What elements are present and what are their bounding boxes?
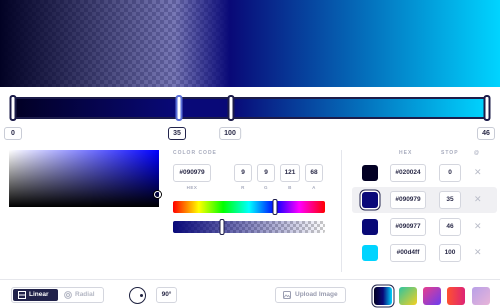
list-header-symbol: @	[474, 150, 480, 156]
blue-caption: B	[288, 185, 292, 190]
list-header-stop: STOP	[441, 150, 459, 156]
stop-hex-input[interactable]: #090977	[390, 218, 426, 236]
stop-position-input[interactable]: 0	[439, 164, 461, 182]
stop-swatch[interactable]	[362, 245, 378, 261]
green-caption: G	[263, 185, 268, 190]
stop-handle-100[interactable]	[483, 95, 491, 121]
stop-label-46[interactable]: 46	[477, 127, 495, 140]
linear-label: Linear	[29, 291, 49, 298]
hex-input[interactable]: #090979	[173, 164, 211, 182]
green-input[interactable]: 9	[257, 164, 275, 182]
hex-caption: HEX	[186, 185, 198, 190]
gradient-type-toggle: Linear Radial	[11, 287, 104, 303]
delete-stop-icon[interactable]: ✕	[474, 193, 482, 205]
stop-handle-46[interactable]	[227, 95, 235, 121]
stop-hex-input[interactable]: #020024	[390, 164, 426, 182]
list-header-hex: HEX	[399, 150, 413, 156]
gradient-slider[interactable]	[9, 95, 491, 121]
alpha-slider[interactable]	[173, 219, 325, 235]
stop-hex-input[interactable]: #00d4ff	[390, 244, 426, 262]
red-input[interactable]: 9	[234, 164, 252, 182]
delete-stop-icon[interactable]: ✕	[474, 166, 482, 178]
alpha-caption: A	[312, 185, 316, 190]
angle-dot-icon	[140, 294, 143, 297]
stop-row-selected[interactable]: #090979 35 ✕	[352, 187, 497, 213]
color-code-title: COLOR CODE	[173, 150, 217, 156]
stop-row[interactable]: #00d4ff 100 ✕	[352, 240, 497, 266]
upload-image-button[interactable]: Upload Image	[275, 287, 346, 303]
bottom-divider	[0, 279, 500, 280]
blue-input[interactable]: 121	[280, 164, 300, 182]
linear-icon	[18, 291, 26, 299]
hue-handle[interactable]	[272, 199, 278, 215]
hue-slider[interactable]	[173, 199, 325, 215]
linear-button[interactable]: Linear	[13, 289, 58, 301]
red-caption: R	[241, 185, 245, 190]
stop-handle-35[interactable]	[175, 95, 183, 121]
radial-label: Radial	[75, 291, 95, 298]
preset-orange-red[interactable]	[447, 287, 465, 305]
stop-row[interactable]: #090977 46 ✕	[352, 214, 497, 240]
saturation-picker[interactable]	[9, 150, 161, 207]
radial-icon	[64, 291, 72, 299]
stop-row[interactable]: #020024 0 ✕	[352, 160, 497, 186]
image-icon	[283, 291, 291, 299]
stop-position-input[interactable]: 46	[439, 218, 461, 236]
gradient-preview	[0, 0, 500, 87]
stop-label-35[interactable]: 35	[168, 127, 186, 140]
delete-stop-icon[interactable]: ✕	[474, 220, 482, 232]
stop-swatch[interactable]	[362, 165, 378, 181]
stop-label-0[interactable]: 0	[4, 127, 22, 140]
angle-dial[interactable]	[129, 287, 146, 304]
stop-swatch[interactable]	[362, 192, 378, 208]
preset-lavender[interactable]	[472, 287, 490, 305]
stop-hex-input[interactable]: #090979	[390, 191, 426, 209]
upload-label: Upload Image	[295, 291, 338, 298]
delete-stop-icon[interactable]: ✕	[474, 246, 482, 258]
stop-position-input[interactable]: 100	[439, 244, 461, 262]
alpha-input[interactable]: 68	[305, 164, 323, 182]
stop-position-input[interactable]: 35	[439, 191, 461, 209]
stop-swatch[interactable]	[362, 219, 378, 235]
preset-purple-pink[interactable]	[423, 287, 441, 305]
angle-input[interactable]: 90°	[156, 287, 177, 303]
panel-divider	[341, 150, 342, 272]
stop-handle-0[interactable]	[9, 95, 17, 121]
alpha-handle[interactable]	[219, 219, 225, 235]
stop-label-100[interactable]: 100	[219, 127, 241, 140]
preset-yellow-teal[interactable]	[399, 287, 417, 305]
saturation-cursor[interactable]	[154, 191, 161, 198]
radial-button[interactable]: Radial	[59, 289, 103, 301]
preset-current[interactable]	[374, 287, 392, 305]
